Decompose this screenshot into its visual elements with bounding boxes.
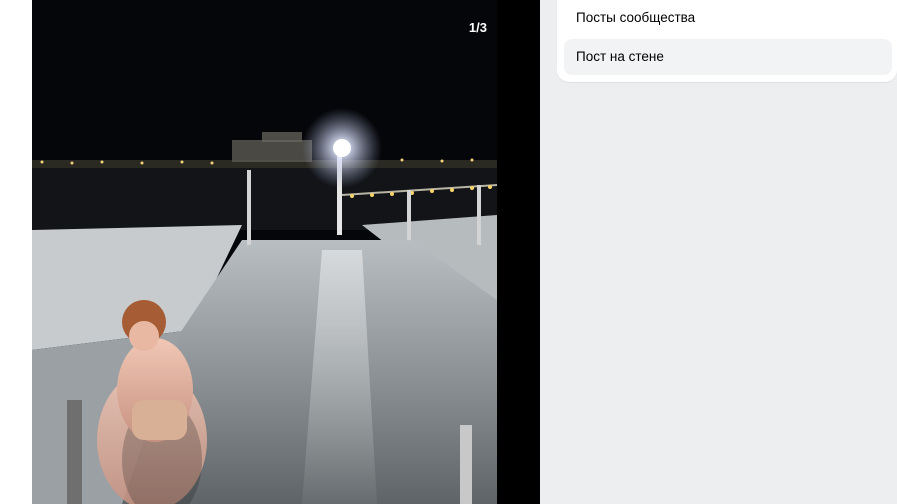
photo-counter: 1/3 [468, 20, 487, 35]
menu-item-wall-post[interactable]: Пост на стене [564, 39, 892, 75]
share-menu: Посты сообщества Пост на стене [557, 0, 897, 82]
photo-image [32, 0, 497, 504]
menu-item-label: Посты сообщества [576, 10, 696, 25]
photo-viewer: 1/3 [0, 0, 540, 504]
menu-item-label: Пост на стене [576, 49, 664, 64]
menu-item-community-posts[interactable]: Посты сообщества [564, 0, 892, 36]
photo-side-bar [497, 0, 540, 504]
photo[interactable]: 1/3 [32, 0, 497, 504]
